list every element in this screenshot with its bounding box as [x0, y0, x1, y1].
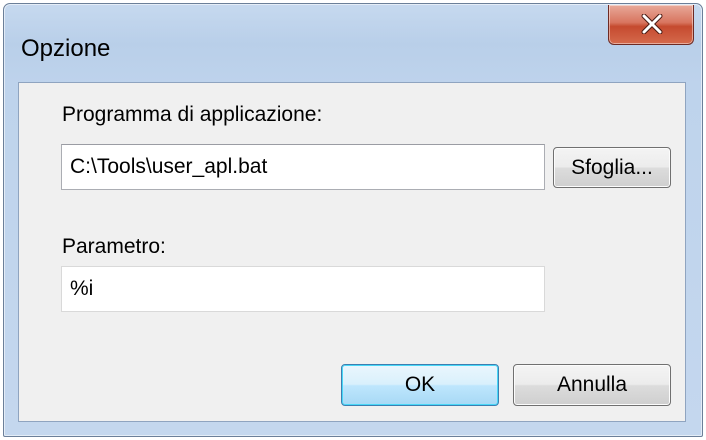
- program-label: Programma di applicazione:: [62, 103, 323, 126]
- parameter-label: Parametro:: [62, 235, 166, 258]
- title-bar[interactable]: Opzione: [4, 4, 702, 82]
- program-path-input[interactable]: C:\Tools\user_apl.bat: [61, 144, 545, 190]
- close-icon: [641, 14, 663, 34]
- dialog-content: Programma di applicazione: C:\Tools\user…: [18, 82, 686, 422]
- browse-button[interactable]: Sfoglia...: [553, 147, 671, 188]
- close-button[interactable]: [608, 5, 694, 45]
- parameter-input[interactable]: %i: [61, 266, 545, 312]
- ok-button[interactable]: OK: [341, 364, 499, 406]
- dialog-window: Opzione Programma di applicazione: C:\To…: [3, 3, 703, 437]
- window-title: Opzione: [21, 35, 111, 62]
- cancel-button[interactable]: Annulla: [513, 364, 671, 406]
